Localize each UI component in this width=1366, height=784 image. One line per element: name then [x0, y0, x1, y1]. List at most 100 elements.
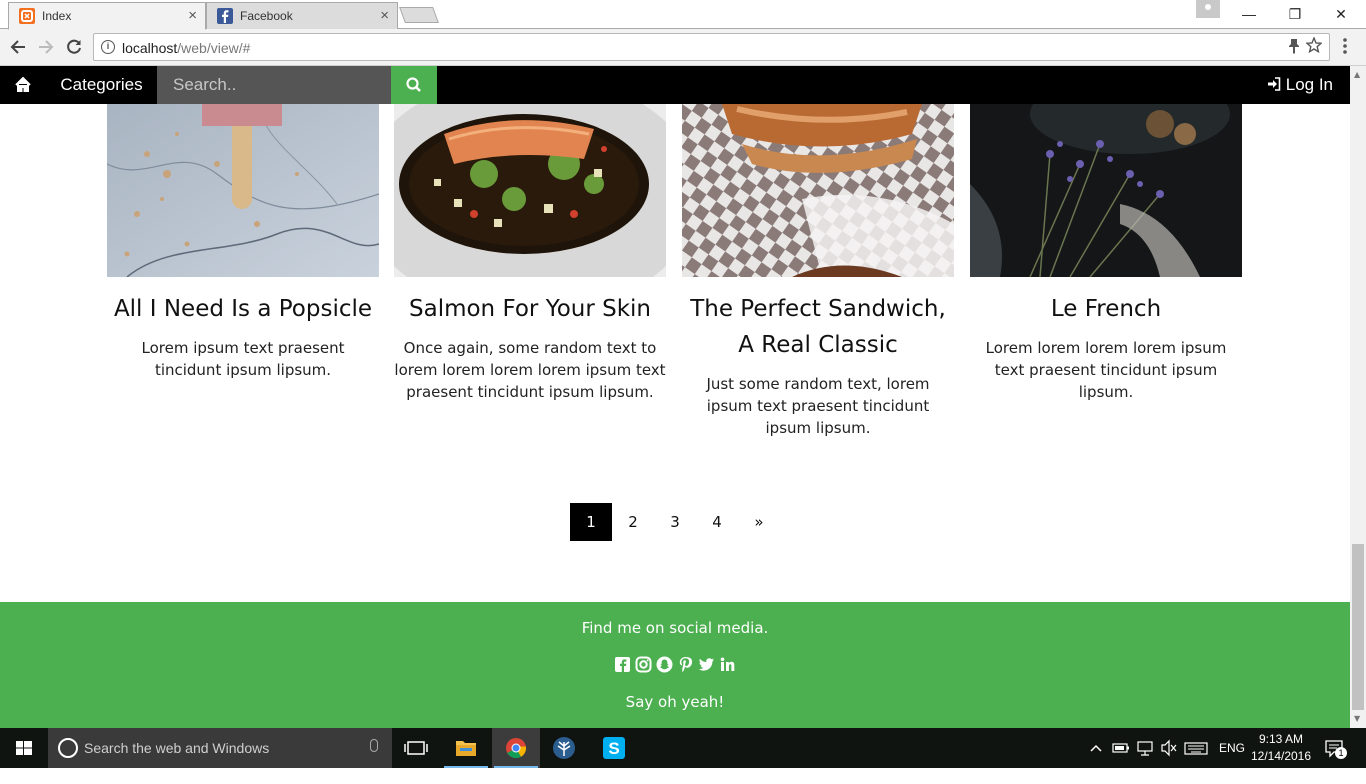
start-button[interactable]	[0, 728, 48, 768]
twitter-icon[interactable]	[698, 656, 715, 673]
bookmark-star-icon[interactable]	[1305, 36, 1323, 57]
page-scrollbar[interactable]: ▲ ▼	[1350, 66, 1366, 728]
url-text: localhost/web/view/#	[122, 40, 250, 56]
linkedin-icon[interactable]	[719, 656, 736, 673]
instagram-icon[interactable]	[635, 656, 652, 673]
tab-index[interactable]: Index ×	[8, 2, 206, 30]
page-2-link[interactable]: 2	[612, 503, 654, 541]
back-button[interactable]	[8, 37, 28, 57]
card-title[interactable]: Salmon For Your Skin	[394, 291, 666, 327]
salmon-image[interactable]	[394, 104, 666, 277]
reload-icon	[67, 39, 81, 54]
pinterest-icon[interactable]	[677, 656, 694, 673]
page-4-link[interactable]: 4	[696, 503, 738, 541]
tab-close-icon[interactable]: ×	[188, 7, 197, 24]
windows-taskbar: Search the web and Windows S ENG 9:13 AM…	[0, 728, 1366, 768]
folder-icon	[456, 741, 476, 756]
login-label: Log In	[1285, 75, 1333, 94]
skype-icon: S	[603, 737, 625, 759]
post-card[interactable]: Le French Lorem lorem lorem lorem ipsum …	[970, 104, 1242, 403]
chevron-up-icon	[1090, 744, 1102, 752]
xampp-favicon-icon	[19, 8, 35, 24]
search-button[interactable]	[391, 66, 437, 104]
popsicle-image[interactable]	[107, 104, 379, 277]
taskbar-clock[interactable]: 9:13 AM 12/14/2016	[1248, 731, 1314, 765]
post-card[interactable]: The Perfect Sandwich, A Real Classic Jus…	[682, 104, 954, 439]
chrome-app[interactable]	[492, 728, 540, 768]
battery-icon[interactable]	[1112, 728, 1130, 768]
categories-menu[interactable]: Categories	[46, 66, 157, 104]
social-icons	[0, 656, 1350, 674]
task-view-icon	[404, 741, 428, 755]
new-tab-button[interactable]	[399, 7, 439, 23]
snapchat-icon[interactable]	[656, 656, 673, 673]
pin-icon[interactable]	[1288, 38, 1300, 58]
page-3-link[interactable]: 3	[654, 503, 696, 541]
site-info-icon[interactable]: i	[101, 40, 115, 54]
task-view-button[interactable]	[392, 728, 440, 768]
card-text: Lorem ipsum text praesent tincidunt ipsu…	[141, 339, 345, 379]
footer: Find me on social media. Say oh yeah!	[0, 602, 1350, 728]
home-button[interactable]	[0, 66, 46, 104]
home-icon	[15, 76, 31, 92]
input-language[interactable]: ENG	[1219, 728, 1245, 768]
scroll-down-icon[interactable]: ▼	[1354, 714, 1360, 723]
card-title[interactable]: All I Need Is a Popsicle	[107, 291, 379, 327]
card-text: Once again, some random text to lorem lo…	[394, 339, 666, 401]
search-input[interactable]	[157, 66, 391, 104]
microphone-icon[interactable]	[370, 739, 378, 752]
sign-in-icon	[1268, 77, 1281, 91]
notification-count-badge: 1	[1335, 747, 1347, 759]
card-text: Lorem lorem lorem lorem ipsum text praes…	[985, 339, 1227, 401]
address-bar[interactable]: i localhost/web/view/#	[93, 33, 1330, 61]
clock-date: 12/14/2016	[1250, 749, 1312, 763]
post-card[interactable]: All I Need Is a Popsicle Lorem ipsum tex…	[107, 104, 379, 381]
scroll-up-icon[interactable]: ▲	[1354, 70, 1360, 79]
show-hidden-icons[interactable]	[1089, 728, 1103, 768]
card-title[interactable]: Le French	[970, 291, 1242, 327]
skype-app[interactable]: S	[590, 728, 638, 768]
url-host: localhost	[122, 40, 178, 56]
reload-button[interactable]	[64, 37, 84, 57]
action-center-button[interactable]: 1	[1324, 728, 1347, 768]
footer-tagline: Say oh yeah!	[625, 693, 725, 711]
forward-button[interactable]	[36, 37, 56, 57]
next-page-link[interactable]: »	[738, 503, 780, 541]
tab-close-icon[interactable]: ×	[380, 7, 389, 24]
keyboard-icon[interactable]	[1184, 728, 1208, 768]
post-card[interactable]: Salmon For Your Skin Once again, some ra…	[394, 104, 666, 403]
restore-button[interactable]: ❐	[1272, 0, 1318, 28]
facebook-favicon-icon	[217, 8, 233, 24]
chrome-icon	[506, 738, 527, 759]
app-tree-icon[interactable]	[540, 728, 588, 768]
close-window-button[interactable]: ✕	[1318, 0, 1364, 28]
facebook-icon[interactable]	[614, 656, 631, 673]
taskbar-search-text: Search the web and Windows	[84, 740, 270, 756]
chrome-menu-icon[interactable]	[1342, 37, 1348, 59]
site-navbar: Categories Log In	[0, 66, 1350, 104]
pagination: 1 2 3 4 »	[570, 503, 780, 541]
page-1-link[interactable]: 1	[570, 503, 612, 541]
scrollbar-thumb[interactable]	[1352, 544, 1364, 710]
forward-arrow-icon	[39, 40, 54, 54]
tab-facebook[interactable]: Facebook ×	[206, 2, 398, 29]
url-path: /web/view/#	[177, 40, 251, 56]
card-text: Just some random text, lorem ipsum text …	[706, 375, 930, 437]
login-link[interactable]: Log In	[1267, 66, 1333, 104]
file-explorer-app[interactable]	[442, 728, 490, 768]
volume-muted-icon[interactable]	[1160, 728, 1178, 768]
minimize-button[interactable]: —	[1226, 0, 1272, 28]
lavender-image[interactable]	[970, 104, 1242, 277]
browser-tab-strip: Index × Facebook × — ❐ ✕	[0, 0, 1366, 30]
network-icon[interactable]	[1136, 728, 1154, 768]
tab-title: Facebook	[240, 9, 293, 23]
clock-time: 9:13 AM	[1258, 732, 1304, 746]
cortana-icon	[58, 738, 78, 758]
browser-toolbar: i localhost/web/view/#	[0, 29, 1366, 66]
svg-text:S: S	[608, 739, 619, 758]
back-arrow-icon	[10, 40, 25, 54]
card-title[interactable]: The Perfect Sandwich, A Real Classic	[682, 291, 954, 363]
sandwich-image[interactable]	[682, 104, 954, 277]
profile-icon[interactable]	[1196, 0, 1220, 18]
taskbar-search-box[interactable]: Search the web and Windows	[48, 728, 392, 768]
